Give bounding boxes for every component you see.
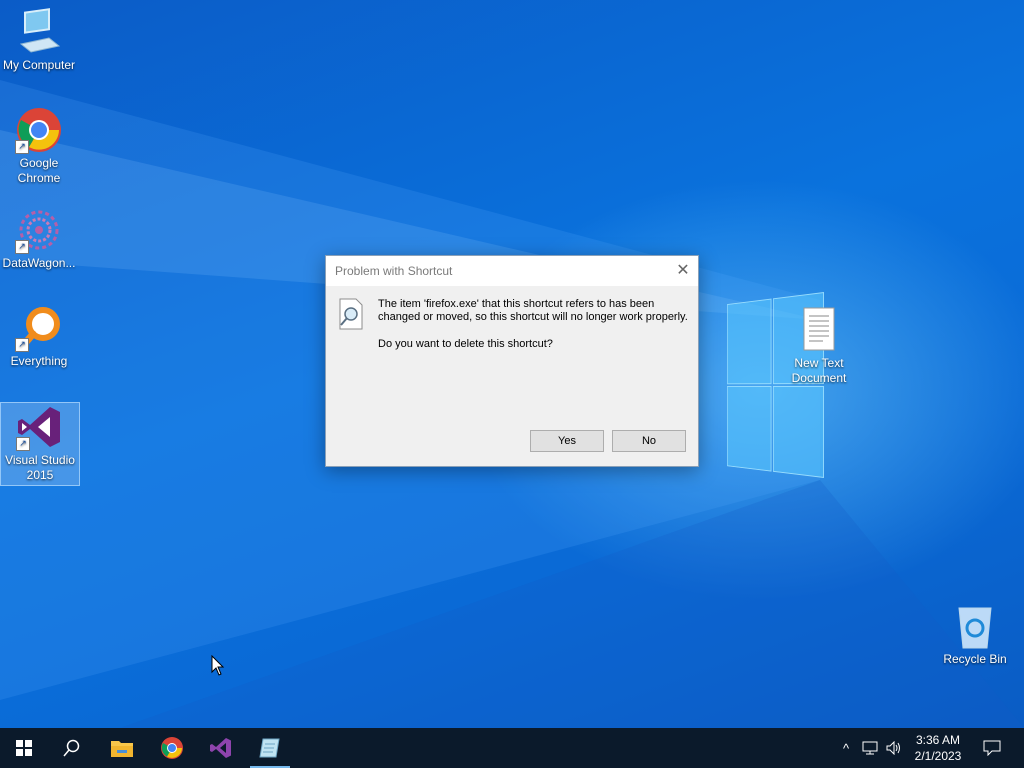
shortcut-arrow-icon: ↗ xyxy=(15,140,29,154)
shortcut-arrow-icon: ↗ xyxy=(15,338,29,352)
dialog-message: The item 'firefox.exe' that this shortcu… xyxy=(378,298,688,323)
search-icon xyxy=(63,739,80,757)
folder-icon xyxy=(111,741,133,757)
visual-studio-icon: ↗ xyxy=(16,403,64,451)
notepad-icon xyxy=(259,738,280,758)
desktop-icon-google-chrome[interactable]: ↗ Google Chrome xyxy=(0,106,78,186)
notification-center-icon[interactable] xyxy=(982,738,1002,758)
recycle-bin-icon xyxy=(951,602,999,650)
datawagon-icon: ↗ xyxy=(15,206,63,254)
clock-date: 2/1/2023 xyxy=(914,749,962,763)
network-icon[interactable] xyxy=(860,738,880,758)
desktop-icon-new-text-document[interactable]: New Text Document xyxy=(780,306,858,386)
visual-studio-icon xyxy=(210,738,231,758)
broken-shortcut-icon xyxy=(338,298,364,330)
yes-button[interactable]: Yes xyxy=(530,430,604,452)
desktop-icon-label: My Computer xyxy=(2,58,76,72)
dialog-question: Do you want to delete this shortcut? xyxy=(378,338,553,350)
desktop-icon-recycle-bin[interactable]: Recycle Bin xyxy=(936,602,1014,667)
mouse-cursor-icon xyxy=(211,654,225,682)
desktop-icon-datawagon[interactable]: ↗ DataWagon... xyxy=(0,206,78,271)
clock-time: 3:36 AM xyxy=(915,733,961,747)
dialog-title: Problem with Shortcut xyxy=(335,264,453,278)
windows-start-icon xyxy=(16,740,32,756)
desktop-icon-label: Everything xyxy=(10,354,68,368)
computer-icon xyxy=(15,8,63,56)
taskbar-file-explorer[interactable] xyxy=(98,728,146,768)
desktop-icon-label: Recycle Bin xyxy=(943,652,1007,666)
desktop-icon-label: New Text Document xyxy=(791,356,847,385)
taskbar-visual-studio[interactable] xyxy=(197,728,245,768)
shortcut-arrow-icon: ↗ xyxy=(16,437,30,451)
taskbar: ^ 3:36 AM 2/1/2023 xyxy=(0,728,1024,768)
show-hidden-icons-chevron-icon[interactable]: ^ xyxy=(836,738,856,758)
desktop: My Computer ↗ Google Chrome ↗ DataWagon. xyxy=(0,0,1024,728)
chrome-icon xyxy=(161,737,183,759)
taskbar-notepad[interactable] xyxy=(246,728,294,768)
taskbar-clock[interactable]: 3:36 AM 2/1/2023 xyxy=(906,732,970,764)
desktop-icon-label: Visual Studio 2015 xyxy=(5,453,75,482)
desktop-icon-label: DataWagon... xyxy=(2,256,76,270)
desktop-icon-label: Google Chrome xyxy=(17,156,61,185)
text-document-icon xyxy=(795,306,843,354)
desktop-icon-visual-studio-2015[interactable]: ↗ Visual Studio 2015 xyxy=(0,402,80,486)
desktop-icon-my-computer[interactable]: My Computer xyxy=(0,8,78,73)
shortcut-arrow-icon: ↗ xyxy=(15,240,29,254)
search-button[interactable] xyxy=(48,728,96,768)
problem-with-shortcut-dialog: Problem with Shortcut ✕ The item 'firefo… xyxy=(325,255,699,467)
desktop-icon-everything[interactable]: ↗ Everything xyxy=(0,304,78,369)
dialog-titlebar[interactable]: Problem with Shortcut ✕ xyxy=(326,256,698,286)
taskbar-google-chrome[interactable] xyxy=(148,728,196,768)
close-icon[interactable]: ✕ xyxy=(668,256,698,286)
chrome-icon: ↗ xyxy=(15,106,63,154)
magnifier-icon: ↗ xyxy=(15,304,63,352)
start-button[interactable] xyxy=(0,728,48,768)
volume-icon[interactable] xyxy=(884,738,904,758)
no-button[interactable]: No xyxy=(612,430,686,452)
